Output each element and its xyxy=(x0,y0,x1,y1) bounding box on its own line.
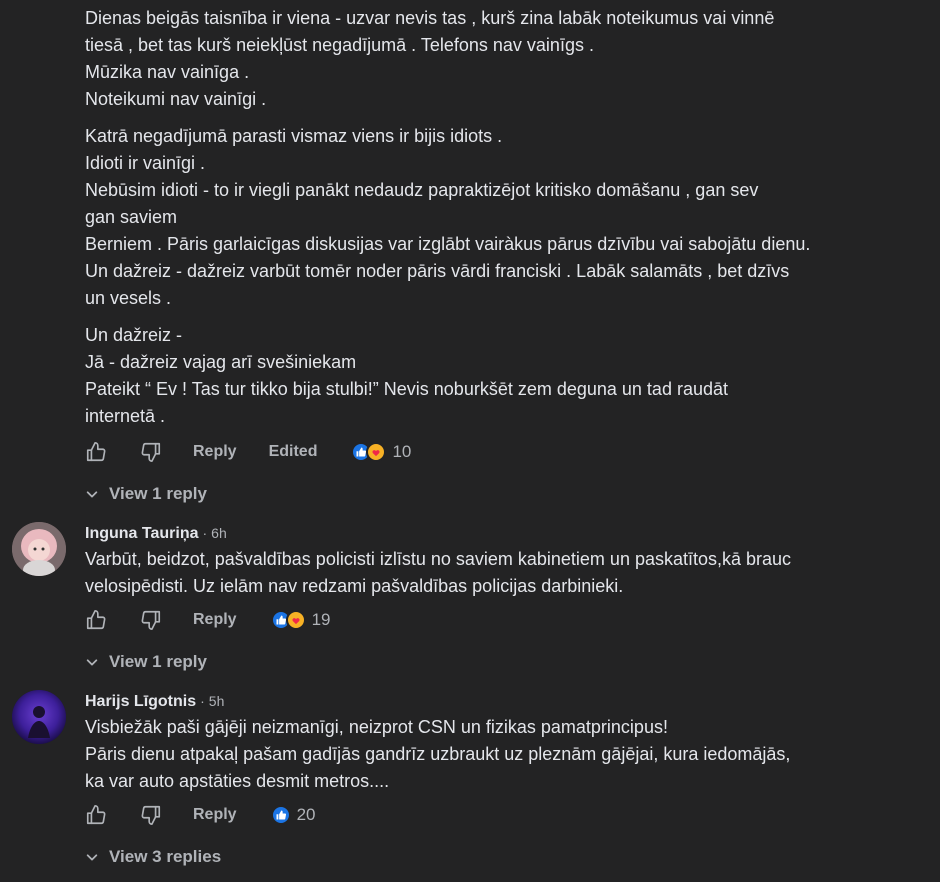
edited-label[interactable]: Edited xyxy=(269,443,318,461)
view-replies-button[interactable]: View 1 reply xyxy=(85,652,207,672)
reaction-count: 19 xyxy=(311,610,331,629)
comment-2-actions: Reply 19 xyxy=(85,606,331,634)
reactions-summary[interactable]: 19 xyxy=(270,610,331,630)
comment-3-actions: Reply 20 xyxy=(85,801,316,829)
comment-2-body: Varbūt, beidzot, pašvaldības policisti i… xyxy=(85,546,905,600)
chevron-down-icon xyxy=(86,491,98,498)
view-replies-label: View 1 reply xyxy=(109,652,207,671)
thumbs-down-outline-icon xyxy=(141,805,161,825)
dislike-button[interactable] xyxy=(140,441,162,463)
comment-text-line: Jā - dažreiz vajag arī svešiniekam xyxy=(85,352,357,372)
comment-text-line: Noteikumi nav vainīgi . xyxy=(85,89,267,109)
thumbs-up-outline-icon xyxy=(86,805,106,825)
separator-dot: · xyxy=(202,525,208,541)
reaction-count: 10 xyxy=(392,442,412,461)
comment-2-header: Inguna Tauriņa · 6h xyxy=(85,525,227,543)
chevron-down-icon xyxy=(86,659,98,666)
author-name[interactable]: Harijs Līgotnis xyxy=(85,693,196,711)
like-button[interactable] xyxy=(85,609,107,631)
reply-button[interactable]: Reply xyxy=(193,806,237,824)
comment-timestamp[interactable]: 6h xyxy=(211,525,227,541)
comment-text-line: velosipēdisti. Uz ielām nav redzami pašv… xyxy=(85,576,624,596)
like-reaction-icon xyxy=(270,805,291,825)
comment-1-body: Dienas beigās taisnība ir viena - uzvar … xyxy=(85,5,905,113)
avatar[interactable] xyxy=(12,522,66,576)
comment-text-line: gan saviem xyxy=(85,207,178,227)
comment-1-actions: Reply Edited 10 xyxy=(85,438,411,466)
comment-timestamp[interactable]: 5h xyxy=(209,693,225,709)
reply-button[interactable]: Reply xyxy=(193,611,237,629)
reply-button[interactable]: Reply xyxy=(193,443,237,461)
author-name[interactable]: Inguna Tauriņa xyxy=(85,525,198,543)
comment-1-body: Katrā negadījumā parasti vismaz viens ir… xyxy=(85,123,905,312)
thumbs-down-outline-icon xyxy=(141,610,161,630)
comment-text-line: un vesels . xyxy=(85,288,172,308)
avatar[interactable] xyxy=(12,690,66,744)
reactions-summary[interactable]: 20 xyxy=(270,805,316,825)
comment-text-line: Mūzika nav vainīga . xyxy=(85,62,250,82)
care-reaction-icon xyxy=(285,610,306,630)
like-button[interactable] xyxy=(85,441,107,463)
comment-text-line: internetā . xyxy=(85,406,166,426)
comment-text-line: ka var auto apstāties desmit metros.... xyxy=(85,771,390,791)
dislike-button[interactable] xyxy=(140,609,162,631)
thumbs-up-outline-icon xyxy=(86,610,106,630)
comment-text-line: Nebūsim idioti - to ir viegli panākt ned… xyxy=(85,180,759,200)
comment-text-line: Varbūt, beidzot, pašvaldības policisti i… xyxy=(85,549,792,569)
view-replies-button[interactable]: View 3 replies xyxy=(85,847,221,867)
dislike-button[interactable] xyxy=(140,804,162,826)
comment-text-line: Berniem . Pāris garlaicīgas diskusijas v… xyxy=(85,234,811,254)
comment-text-line: Katrā negadījumā parasti vismaz viens ir… xyxy=(85,126,503,146)
comment-text-line: Un dažreiz - dažreiz varbūt tomēr noder … xyxy=(85,261,790,281)
comment-text-line: Pateikt “ Ev ! Tas tur tikko bija stulbi… xyxy=(85,379,728,399)
comment-text-line: Un dažreiz - xyxy=(85,325,183,345)
comment-feed: Dienas beigās taisnība ir viena - uzvar … xyxy=(0,0,940,882)
comment-text-line: Visbiežāk paši gājēji neizmanīgi, neizpr… xyxy=(85,717,668,737)
comment-1-body: Un dažreiz - Jā - dažreiz vajag arī sveš… xyxy=(85,322,905,430)
reactions-summary[interactable]: 10 xyxy=(351,442,411,462)
view-replies-button[interactable]: View 1 reply xyxy=(85,484,207,504)
comment-3-header: Harijs Līgotnis · 5h xyxy=(85,693,224,711)
comment-text-line: Idioti ir vainīgi . xyxy=(85,153,206,173)
like-button[interactable] xyxy=(85,804,107,826)
view-replies-label: View 3 replies xyxy=(109,847,222,866)
separator-dot: · xyxy=(200,693,205,709)
thumbs-up-outline-icon xyxy=(86,442,106,462)
thumbs-down-outline-icon xyxy=(141,442,161,462)
chevron-down-icon xyxy=(86,854,98,861)
view-replies-label: View 1 reply xyxy=(109,484,207,503)
comment-text-line: Pāris dienu atpakaļ pašam gadījās gandrī… xyxy=(85,744,791,764)
reaction-count: 20 xyxy=(296,805,316,824)
care-reaction-icon xyxy=(366,442,387,462)
comment-3-body: Visbiežāk paši gājēji neizmanīgi, neizpr… xyxy=(85,714,905,795)
comment-text-line: Dienas beigās taisnība ir viena - uzvar … xyxy=(85,8,775,28)
comment-text-line: tiesā , bet tas kurš neiekļūst negadījum… xyxy=(85,35,594,55)
